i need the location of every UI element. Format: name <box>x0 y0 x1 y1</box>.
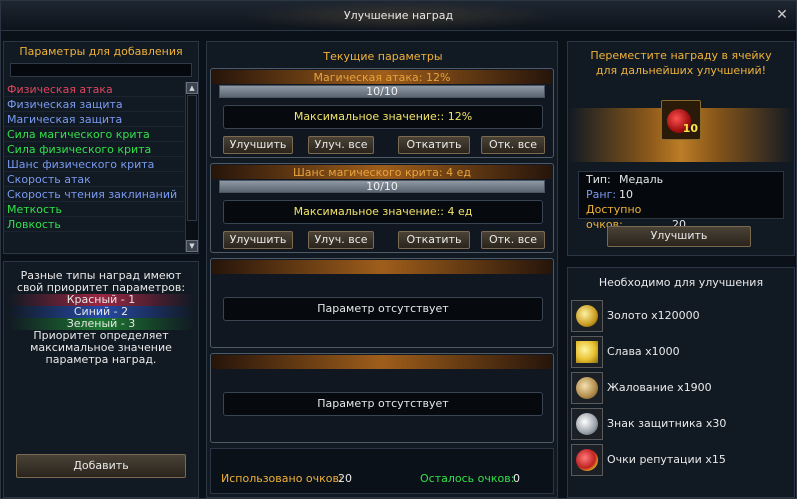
empty-param-text: Параметр отсутствует <box>223 392 543 416</box>
param-progress-bar: 10/10 <box>219 180 545 193</box>
list-item[interactable]: Сила физического крита <box>4 142 184 157</box>
scroll-down-icon[interactable]: ▼ <box>186 240 198 252</box>
empty-param-text: Параметр отсутствует <box>223 297 543 321</box>
add-button[interactable]: Добавить <box>16 454 186 478</box>
empty-param-card: Параметр отсутствует <box>210 353 554 443</box>
progress-text: 10/10 <box>366 180 398 193</box>
improve-button[interactable]: Улучшить <box>223 231 293 249</box>
reward-hint-line: для дальнейших улучшений! <box>595 64 767 77</box>
param-card: Магическая атака: 12% 10/10 Максимальное… <box>210 68 554 158</box>
requirement-row: Знак защитника x30 <box>571 408 791 440</box>
points-footer: Использовано очков: 20 Осталось очков: 0 <box>210 448 554 494</box>
close-icon[interactable]: ✕ <box>775 8 789 22</box>
reputation-icon <box>571 444 603 476</box>
type-value: Медаль <box>619 173 664 186</box>
list-item[interactable]: Магическая защита <box>4 112 184 127</box>
requirement-text: Жалование x1900 <box>607 381 712 394</box>
rank-value: 10 <box>619 188 633 201</box>
card-glow <box>212 260 552 274</box>
list-item[interactable]: Шанс физического крита <box>4 157 184 172</box>
remaining-points-label: Осталось очков: <box>420 472 515 485</box>
max-value: Максимальное значение:: 12% <box>223 105 543 129</box>
used-points-value: 20 <box>338 472 352 485</box>
scroll-thumb[interactable] <box>187 95 197 221</box>
title-bar[interactable]: Улучшение наград ✕ <box>1 1 796 31</box>
list-item[interactable]: Скорость чтения заклинаний <box>4 187 184 202</box>
requirement-row: Слава x1000 <box>571 336 791 368</box>
params-filter-field[interactable] <box>10 63 192 77</box>
current-params-panel: Текущие параметры Магическая атака: 12% … <box>206 41 558 498</box>
priority-note-line: параметра наград. <box>45 353 157 366</box>
defender-badge-icon <box>571 408 603 440</box>
reward-hint-line: Переместите награду в ячейку <box>590 49 772 62</box>
scroll-up-icon[interactable]: ▲ <box>186 82 198 94</box>
param-card: Шанс магического крита: 4 ед 10/10 Макси… <box>210 163 554 253</box>
list-item[interactable]: Физическая атака <box>4 82 184 97</box>
requirements-panel: Необходимо для улучшения Золото x120000 … <box>567 267 795 498</box>
empty-param-card: Параметр отсутствует <box>210 258 554 348</box>
reward-info-box: Тип: Медаль Ранг: 10 Доступно очков: 20 <box>578 171 784 231</box>
params-to-add-panel: Параметры для добавления Физическая атак… <box>3 41 199 254</box>
requirement-row: Жалование x1900 <box>571 372 791 404</box>
requirement-row: Очки репутации x15 <box>571 444 791 476</box>
param-progress-bar: 10/10 <box>219 85 545 98</box>
param-title: Магическая атака: 12% <box>313 71 451 84</box>
requirements-header: Необходимо для улучшения <box>598 276 764 289</box>
type-label: Тип: <box>586 173 611 186</box>
current-params-header: Текущие параметры <box>323 50 443 63</box>
params-list: Физическая атака Физическая защита Магич… <box>4 82 184 252</box>
improve-all-button[interactable]: Улуч. все <box>308 231 374 249</box>
improve-button[interactable]: Улучшить <box>223 136 293 154</box>
rollback-all-button[interactable]: Отк. все <box>481 136 545 154</box>
card-glow <box>212 355 552 369</box>
rollback-all-button[interactable]: Отк. все <box>481 231 545 249</box>
reward-slot-panel: Переместите награду в ячейку для дальней… <box>567 41 795 256</box>
list-item[interactable]: Ловкость <box>4 217 184 232</box>
params-to-add-header: Параметры для добавления <box>19 45 183 58</box>
list-item[interactable]: Меткость <box>4 202 184 217</box>
param-title: Шанс магического крита: 4 ед <box>293 166 471 179</box>
reward-count: 10 <box>682 122 698 135</box>
requirement-text: Знак защитника x30 <box>607 417 727 430</box>
rollback-button[interactable]: Откатить <box>398 136 470 154</box>
params-scrollbar[interactable]: ▲ ▼ <box>185 82 198 252</box>
salary-icon <box>571 372 603 404</box>
improve-all-button[interactable]: Улуч. все <box>308 136 374 154</box>
requirement-text: Слава x1000 <box>607 345 680 358</box>
list-item[interactable]: Сила магического крита <box>4 127 184 142</box>
priority-info-panel: Разные типы наград имеют свой приоритет … <box>3 261 199 498</box>
requirement-text: Очки репутации x15 <box>607 453 726 466</box>
reward-upgrade-window: Улучшение наград ✕ Параметры для добавле… <box>0 0 797 499</box>
progress-text: 10/10 <box>366 85 398 98</box>
max-value: Максимальное значение:: 4 ед <box>223 200 543 224</box>
improve-reward-button[interactable]: Улучшить <box>607 226 751 247</box>
glory-icon <box>571 336 603 368</box>
requirement-row: Золото x120000 <box>571 300 791 332</box>
remaining-points-value: 0 <box>513 472 520 485</box>
rollback-button[interactable]: Откатить <box>398 231 470 249</box>
list-item[interactable]: Скорость атак <box>4 172 184 187</box>
window-title: Улучшение наград <box>343 9 454 22</box>
used-points-label: Использовано очков: <box>221 472 343 485</box>
list-item[interactable]: Физическая защита <box>4 97 184 112</box>
requirement-text: Золото x120000 <box>607 309 700 322</box>
rank-label: Ранг: <box>586 188 617 201</box>
reward-slot[interactable]: 10 <box>661 100 701 140</box>
gold-icon <box>571 300 603 332</box>
